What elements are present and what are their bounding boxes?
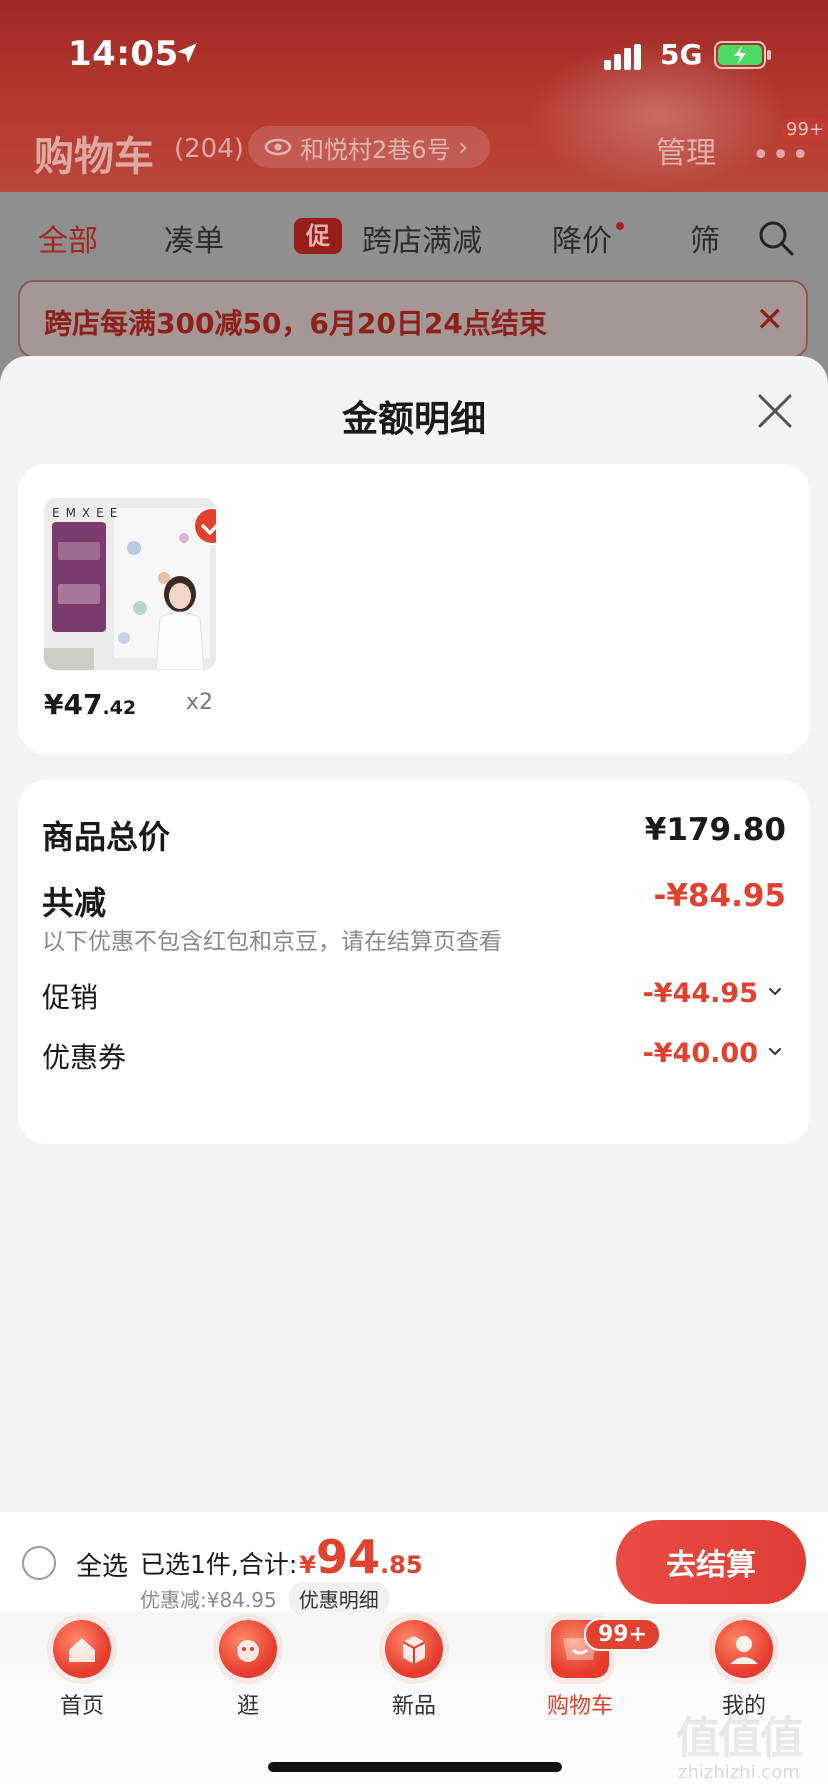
- coupon-value: -¥40.00: [642, 1038, 758, 1069]
- reduction-note: 以下优惠不包含红包和京豆，请在结算页查看: [42, 929, 502, 955]
- filter-tabs: 全部 凑单 跨店满减 降价 筛: [0, 216, 828, 266]
- watermark-url: zhizhizhi.com: [678, 1762, 800, 1783]
- total-amount-dec: .85: [380, 1551, 423, 1579]
- promo-banner-text: 跨店每满300减50，6月20日24点结束: [44, 307, 547, 340]
- product-quantity: x2: [186, 690, 214, 715]
- product-price: ¥47.42: [44, 688, 137, 721]
- home-icon: [53, 1620, 111, 1678]
- total-price-label: 商品总价: [42, 818, 171, 856]
- amount-detail-sheet: 金额明细 EMXEE ¥47.42 x2 商品总价 ¥179.80 共减 -¥8…: [0, 356, 828, 1512]
- promotion-row[interactable]: 促销 -¥44.95: [42, 976, 786, 1016]
- tab-filter[interactable]: 筛: [690, 216, 720, 260]
- message-badge: 99+: [780, 118, 828, 141]
- promo-banner: 跨店每满300减50，6月20日24点结束 ✕: [18, 280, 808, 358]
- total-price-row: 商品总价 ¥179.80: [42, 812, 786, 858]
- address-selector[interactable]: 和悦村2巷6号 ›: [248, 126, 491, 168]
- select-all-checkbox[interactable]: [22, 1546, 56, 1580]
- selected-summary: 已选1件,合计: ¥ 94 .85: [140, 1534, 423, 1581]
- tab-all[interactable]: 全部: [38, 216, 98, 260]
- profile-icon: [715, 1620, 773, 1678]
- chevron-down-icon[interactable]: [766, 982, 784, 1000]
- coupon-label: 优惠券: [42, 1041, 127, 1074]
- close-icon[interactable]: [756, 392, 794, 430]
- product-brand: EMXEE: [52, 506, 124, 520]
- tab-home[interactable]: 首页: [22, 1620, 142, 1720]
- discount-detail-link[interactable]: 优惠明细: [288, 1582, 389, 1615]
- tab-new-label: 新品: [391, 1694, 436, 1719]
- selected-text: 已选1件,合计:: [140, 1550, 298, 1579]
- promotion-label: 促销: [42, 981, 99, 1014]
- promo-tag: 促: [294, 218, 342, 254]
- product-thumbnail[interactable]: EMXEE: [44, 498, 216, 670]
- cart-count: (204): [174, 134, 244, 164]
- sheet-title: 金额明细: [341, 399, 486, 440]
- tab-cross-store-discount[interactable]: 跨店满减: [362, 216, 482, 260]
- network-label: 5G: [660, 38, 703, 71]
- chevron-right-icon: ›: [458, 133, 469, 161]
- coupon-row[interactable]: 优惠券 -¥40.00: [42, 1036, 786, 1076]
- status-bar: 14:05 5G: [0, 0, 828, 100]
- checkout-bar: 全选 已选1件,合计: ¥ 94 .85 优惠减:¥84.95 优惠明细 去结算: [0, 1512, 828, 1615]
- cart-badge: 99+: [584, 1618, 662, 1651]
- currency-symbol: ¥: [299, 1551, 316, 1579]
- new-product-icon: [385, 1620, 443, 1678]
- discount-line: 优惠减:¥84.95 优惠明细: [140, 1582, 389, 1615]
- select-all-label[interactable]: 全选: [76, 1546, 128, 1583]
- address-text: 和悦村2巷6号: [300, 135, 451, 164]
- tab-new[interactable]: 新品: [354, 1620, 474, 1720]
- tab-cart-label: 购物车: [546, 1694, 613, 1719]
- watermark: 值值值: [676, 1713, 804, 1764]
- tab-home-label: 首页: [59, 1694, 104, 1719]
- discount-text: 优惠减:¥84.95: [140, 1588, 277, 1612]
- total-reduction-value: -¥84.95: [653, 878, 787, 914]
- total-reduction-row: 共减 -¥84.95: [42, 878, 786, 924]
- price-summary-card: 商品总价 ¥179.80 共减 -¥84.95 以下优惠不包含红包和京豆，请在结…: [18, 780, 810, 1144]
- checkout-button[interactable]: 去结算: [616, 1520, 806, 1604]
- total-amount-int: 94: [315, 1530, 380, 1584]
- tab-browse-label: 逛: [236, 1694, 259, 1719]
- selected-check-icon[interactable]: [192, 506, 216, 546]
- product-card: EMXEE ¥47.42 x2: [18, 464, 810, 754]
- browse-icon: [219, 1620, 277, 1678]
- price-drop-dot: [616, 222, 624, 230]
- location-arrow-icon: [177, 43, 197, 63]
- home-indicator: [268, 1762, 562, 1772]
- tab-bundle[interactable]: 凑单: [164, 216, 224, 260]
- battery-icon: [714, 41, 771, 69]
- promotion-value: -¥44.95: [642, 978, 758, 1009]
- chevron-down-icon[interactable]: [766, 1042, 784, 1060]
- more-icon[interactable]: •••: [752, 138, 811, 173]
- search-icon[interactable]: [756, 218, 796, 258]
- close-icon[interactable]: ✕: [756, 300, 785, 340]
- manage-button[interactable]: 管理: [656, 128, 716, 172]
- page-title: 购物车: [34, 134, 154, 180]
- total-reduction-label: 共减: [42, 884, 107, 922]
- tab-browse[interactable]: 逛: [188, 1620, 308, 1720]
- status-time: 14:05: [68, 34, 179, 74]
- eye-icon: [264, 138, 292, 156]
- tab-price-drop[interactable]: 降价: [552, 216, 612, 260]
- product-image: [44, 498, 216, 670]
- signal-icon: [604, 44, 641, 70]
- total-price-value: ¥179.80: [644, 812, 786, 848]
